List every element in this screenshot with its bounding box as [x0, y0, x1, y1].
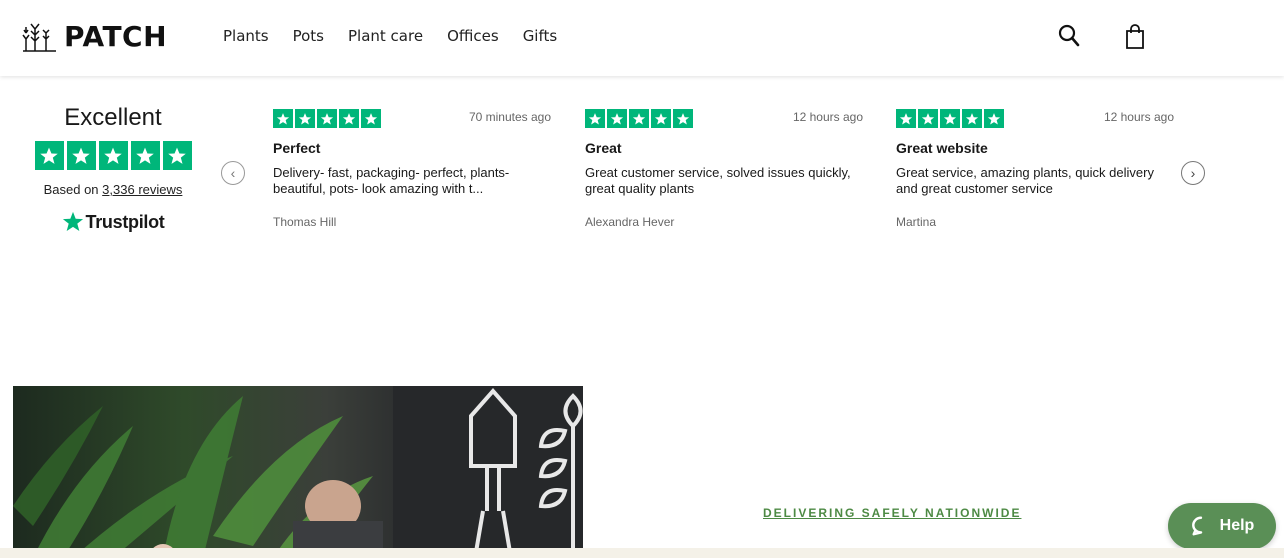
star-icon [98, 141, 128, 170]
star-icon [940, 109, 960, 128]
based-on-label: Based on [43, 182, 99, 197]
trustpilot-star-icon [62, 211, 83, 231]
rating-label: Excellent [64, 104, 162, 131]
help-button[interactable]: Help [1168, 503, 1276, 549]
review-time: 12 hours ago [1103, 110, 1174, 124]
delivering-safely-link[interactable]: DELIVERING SAFELY NATIONWIDE [763, 506, 1021, 520]
review-body: Great customer service, solved issues qu… [585, 165, 851, 196]
review-author: Thomas Hill [273, 215, 337, 229]
based-on-text: Based on 3,336 reviews [30, 182, 196, 197]
chat-bubble-icon [1191, 516, 1202, 536]
nav-gifts[interactable]: Gifts [523, 27, 558, 45]
review-body: Great service, amazing plants, quick del… [896, 165, 1154, 196]
star-rating-large [30, 141, 196, 170]
star-icon [962, 109, 982, 128]
star-icon [66, 141, 96, 170]
review-card[interactable]: 70 minutes ago Perfect Delivery- fast, p… [273, 109, 551, 229]
logo-text: PATCH [64, 20, 168, 53]
nav-plants[interactable]: Plants [223, 27, 269, 45]
chevron-left-icon: ‹ [230, 165, 236, 181]
star-icon [896, 109, 916, 128]
star-icon [984, 109, 1004, 128]
review-title: Perfect [273, 140, 321, 156]
trustpilot-brand-label: Trustpilot [85, 211, 165, 232]
trustpilot-brand[interactable]: Trustpilot [30, 211, 196, 233]
review-card[interactable]: 12 hours ago Great website Great service… [896, 109, 1174, 229]
star-icon [607, 109, 627, 128]
star-icon [317, 109, 337, 128]
nav-pots[interactable]: Pots [293, 27, 324, 45]
office-plants-photo [13, 386, 583, 558]
review-body: Delivery- fast, packaging- perfect, plan… [273, 165, 510, 196]
search-icon[interactable] [1058, 24, 1080, 53]
patch-logo[interactable]: PATCH [22, 20, 167, 53]
chevron-right-icon: › [1190, 165, 1196, 181]
bottom-band [0, 548, 1284, 558]
review-card[interactable]: 12 hours ago Great Great customer servic… [585, 109, 863, 229]
bag-icon[interactable] [1125, 24, 1145, 55]
review-title: Great website [896, 140, 988, 156]
reviews-count-link[interactable]: 3,336 reviews [102, 182, 182, 197]
review-title: Great [585, 140, 622, 156]
review-author: Martina [896, 215, 937, 229]
star-icon [629, 109, 649, 128]
star-icon [273, 109, 293, 128]
carousel-prev-button[interactable]: ‹ [221, 161, 245, 185]
star-icon [651, 109, 671, 128]
star-icon [162, 141, 192, 170]
carousel-next-button[interactable]: › [1181, 161, 1205, 185]
site-header: PATCH Plants Pots Plant care Offices Gif… [0, 0, 1284, 76]
review-time: 70 minutes ago [468, 110, 551, 124]
trustpilot-summary: Excellent Based on 3,336 reviews Trustpi… [30, 104, 196, 233]
star-icon [34, 141, 64, 170]
nav-plant-care[interactable]: Plant care [348, 27, 423, 45]
review-author: Alexandra Hever [585, 215, 675, 229]
star-icon [295, 109, 315, 128]
star-icon [918, 109, 938, 128]
photo-illustration [13, 386, 583, 558]
main-nav: Plants Pots Plant care Offices Gifts [223, 27, 581, 45]
star-icon [585, 109, 605, 128]
star-icon [361, 109, 381, 128]
help-label: Help [1219, 517, 1255, 534]
star-icon [339, 109, 359, 128]
review-time: 12 hours ago [792, 110, 863, 124]
star-icon [130, 141, 160, 170]
plant-logo-icon [22, 23, 56, 52]
nav-offices[interactable]: Offices [447, 27, 499, 45]
star-icon [673, 109, 693, 128]
